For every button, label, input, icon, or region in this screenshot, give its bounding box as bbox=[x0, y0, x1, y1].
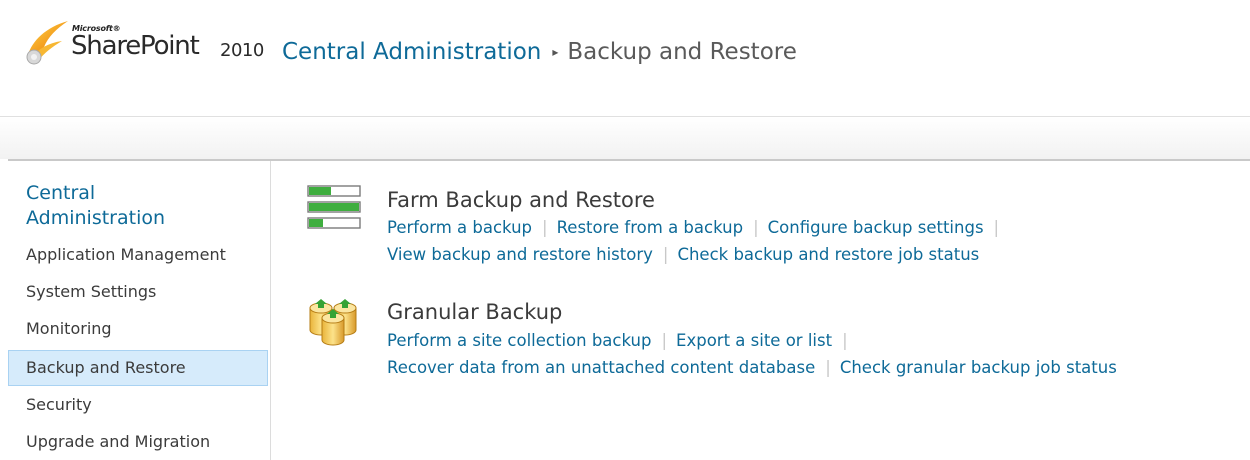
links-row: Recover data from an unattached content … bbox=[387, 358, 1117, 377]
nav-item-system-settings[interactable]: System Settings bbox=[8, 274, 268, 310]
breadcrumb: Central Administration ▸ Backup and Restor… bbox=[282, 36, 797, 71]
links-row: Perform a backup | Restore from a backup | C… bbox=[387, 218, 1000, 237]
page-title: Backup and Restore bbox=[567, 39, 797, 65]
perform-backup-link[interactable]: Perform a backup bbox=[387, 218, 532, 237]
breadcrumb-central-administration[interactable]: Central Administration bbox=[282, 39, 541, 65]
quick-launch: Central Administration Application Manag… bbox=[8, 161, 271, 460]
nav-item-monitoring[interactable]: Monitoring bbox=[8, 311, 268, 347]
farm-backup-icon bbox=[307, 185, 361, 229]
recover-unattached-database-link[interactable]: Recover data from an unattached content … bbox=[387, 358, 815, 377]
ribbon-band bbox=[0, 117, 1250, 159]
nav-item-backup-and-restore[interactable]: Backup and Restore bbox=[8, 350, 268, 386]
check-backup-job-status-link[interactable]: Check backup and restore job status bbox=[677, 245, 979, 264]
nav-item-security[interactable]: Security bbox=[8, 387, 268, 423]
granular-backup-icon bbox=[309, 299, 357, 346]
configure-backup-settings-link[interactable]: Configure backup settings bbox=[768, 218, 984, 237]
section-title: Granular Backup bbox=[387, 300, 563, 324]
links-row: View backup and restore history | Check ba… bbox=[387, 245, 980, 264]
links-row: Perform a site collection backup | Export … bbox=[387, 331, 848, 350]
nav-central-administration[interactable]: Central Administration bbox=[26, 181, 226, 231]
sharepoint-wordmark: SharePoint bbox=[71, 31, 200, 61]
nav-item-upgrade-and-migration[interactable]: Upgrade and Migration bbox=[8, 424, 268, 460]
check-granular-backup-status-link[interactable]: Check granular backup job status bbox=[840, 358, 1117, 377]
sharepoint-version: 2010 bbox=[220, 40, 264, 61]
section-title: Farm Backup and Restore bbox=[387, 188, 655, 212]
breadcrumb-separator-icon: ▸ bbox=[552, 45, 559, 59]
site-collection-backup-link[interactable]: Perform a site collection backup bbox=[387, 331, 651, 350]
export-site-or-list-link[interactable]: Export a site or list bbox=[676, 331, 832, 350]
restore-from-backup-link[interactable]: Restore from a backup bbox=[557, 218, 744, 237]
page-header: Microsoft® SharePoint 2010 Central Admin… bbox=[0, 0, 1250, 117]
view-backup-history-link[interactable]: View backup and restore history bbox=[387, 245, 653, 264]
sharepoint-logo-icon bbox=[26, 21, 68, 65]
nav-item-application-management[interactable]: Application Management bbox=[8, 237, 268, 273]
